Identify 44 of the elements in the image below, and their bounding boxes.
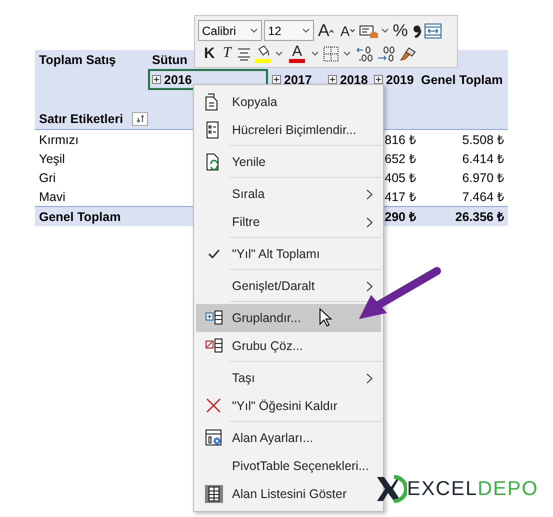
value-cell-text: 405 ₺ <box>384 170 416 186</box>
logo-text: EXCELDEPO <box>407 479 538 499</box>
grand-total-label: Genel Toplam <box>38 208 122 226</box>
bold-button[interactable]: K <box>202 43 217 64</box>
menu-item[interactable]: Alan Listesini Göster <box>196 480 381 508</box>
grow-font-button[interactable]: A <box>316 20 336 41</box>
menu-item[interactable]: Grubu Çöz... <box>196 332 381 360</box>
menu-item[interactable]: Taşı <box>196 364 381 392</box>
menu-item[interactable]: Alan Ayarları... <box>196 424 381 452</box>
font-select[interactable]: Calibri <box>198 20 262 41</box>
total-cell-text: 5.508 ₺ <box>462 132 504 148</box>
column-header[interactable]: 2018 <box>324 69 370 90</box>
row-label-cell-text: Yeşil <box>38 150 66 168</box>
value-cell-text: 816 ₺ <box>384 132 416 148</box>
menu-item[interactable]: PivotTable Seçenekleri... <box>196 452 381 480</box>
menu-item[interactable]: Kopyala <box>196 88 381 116</box>
column-header[interactable]: 2016 <box>148 69 268 90</box>
italic-button[interactable]: T <box>220 43 234 64</box>
row-label-cell-text: Mavi <box>38 188 66 206</box>
total-cell-text: 6.414 ₺ <box>462 151 504 167</box>
menu-item[interactable]: Filtre <box>196 208 381 236</box>
value-cell-text: 417 ₺ <box>384 189 416 205</box>
menu-item[interactable]: Sırala <box>196 180 381 208</box>
total-cell-text: 6.970 ₺ <box>462 170 504 186</box>
menu-item[interactable]: Genişlet/Daralt <box>196 272 381 300</box>
column-header[interactable]: 2019 <box>370 69 417 90</box>
column-header[interactable]: Genel Toplam <box>417 69 508 90</box>
font-color-button[interactable]: A <box>287 43 308 64</box>
menu-item[interactable]: "Yıl" Öğesini Kaldır <box>196 392 381 420</box>
column-label: Sütun <box>152 52 188 66</box>
column-header[interactable]: 2017 <box>268 69 324 90</box>
value-cell-text: 290 ₺ <box>384 209 416 225</box>
menu-item[interactable]: Gruplandır... <box>196 304 381 332</box>
menu-item[interactable]: "Yıl" Alt Toplamı <box>196 240 381 268</box>
row-label-cell-text: Kırmızı <box>38 132 80 148</box>
value-cell-text: 652 ₺ <box>384 151 416 167</box>
font-size-select[interactable]: 12 <box>264 20 314 41</box>
percent-button[interactable]: % <box>390 20 410 41</box>
menu-item[interactable]: Yenile <box>196 148 381 176</box>
row-label-cell-text: Gri <box>38 170 57 186</box>
total-cell-text: 26.356 ₺ <box>455 209 504 225</box>
value-label: Toplam Satış <box>38 52 117 69</box>
total-cell-text: 7.464 ₺ <box>462 189 504 205</box>
shrink-font-button[interactable]: A <box>338 20 357 41</box>
